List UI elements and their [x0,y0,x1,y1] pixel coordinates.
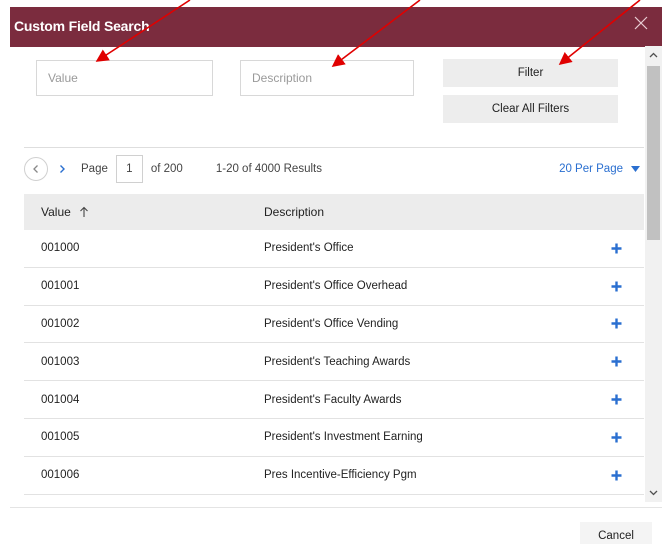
plus-icon [611,356,621,367]
plus-icon [611,470,621,481]
table-body: 001000 President's Office 001001 President'… [24,230,644,495]
table-row: 001003 President's Teaching Awards [24,343,644,382]
table-row: 001000 President's Office [24,230,644,268]
description-filter-field[interactable] [240,60,414,96]
row-value: 001005 [41,431,80,444]
chevron-right-icon [60,165,65,173]
table-row: 001001 President's Office Overhead [24,268,644,306]
per-page-dropdown[interactable]: 20 Per Page [559,163,640,175]
dialog-scrollbar[interactable] [645,46,662,502]
add-row-button[interactable] [580,281,644,292]
row-description: President's Office Overhead [264,280,408,293]
table-row: 001002 President's Office Vending [24,306,644,344]
previous-page-button[interactable] [24,157,48,181]
caret-down-icon [631,166,640,172]
row-value: 001003 [41,355,80,368]
scroll-up-arrow-icon[interactable] [648,50,659,61]
plus-icon [611,281,621,292]
footer-divider [10,507,662,508]
page-number-input[interactable]: 1 [115,155,143,183]
table-row: 001005 President's Investment Earning [24,419,644,457]
plus-icon [611,318,621,329]
row-value: 001004 [41,393,80,406]
per-page-label: 20 Per Page [559,163,623,175]
row-description: President's Office Vending [264,317,399,330]
row-description: President's Teaching Awards [264,355,411,368]
value-filter-field[interactable] [36,60,213,96]
row-value: 001001 [41,280,80,293]
filter-button[interactable]: Filter [443,59,618,87]
add-row-button[interactable] [580,243,644,254]
scrollbar-thumb[interactable] [647,66,660,240]
row-description: Pres Incentive-Efficiency Pgm [264,469,417,482]
description-column-header[interactable]: Description [264,205,580,219]
divider [24,147,644,148]
row-description: President's Investment Earning [264,431,423,444]
close-icon[interactable] [634,16,648,30]
dialog-title-bar: Custom Field Search [10,7,662,47]
value-header-label: Value [41,205,71,219]
page-label: Page [81,163,108,175]
row-value: 001006 [41,469,80,482]
sort-up-arrow-icon [79,206,88,217]
dialog-body: Filter Clear All Filters Page 1 of 200 1… [10,47,662,544]
row-value: 001002 [41,317,80,330]
scroll-down-arrow-icon[interactable] [648,487,659,498]
add-row-button[interactable] [580,394,644,405]
description-filter-input[interactable] [252,71,402,85]
table-header: Value Description [24,194,644,230]
plus-icon [611,394,621,405]
table-row: 001004 President's Faculty Awards [24,381,644,419]
value-column-header[interactable]: Value [24,205,264,219]
add-row-button[interactable] [580,318,644,329]
row-description: President's Office [264,242,354,255]
table-row: 001006 Pres Incentive-Efficiency Pgm [24,457,644,495]
value-filter-input[interactable] [48,71,201,85]
dialog-title: Custom Field Search [14,18,150,34]
add-row-button[interactable] [580,432,644,443]
row-description: President's Faculty Awards [264,393,402,406]
plus-icon [611,432,621,443]
cancel-button[interactable]: Cancel [580,522,652,544]
results-table: Value Description 001000 President's Offi… [24,194,644,495]
plus-icon [611,243,621,254]
chevron-left-icon [33,165,38,173]
clear-all-filters-button[interactable]: Clear All Filters [443,95,618,123]
results-count: 1-20 of 4000 Results [215,163,322,175]
next-page-button[interactable] [51,157,73,181]
add-row-button[interactable] [580,356,644,367]
row-value: 001000 [41,242,80,255]
add-row-button[interactable] [580,470,644,481]
page-count: of 200 [150,163,183,175]
pagination-bar: Page 1 of 200 1-20 of 4000 Results 20 Pe… [24,153,644,185]
